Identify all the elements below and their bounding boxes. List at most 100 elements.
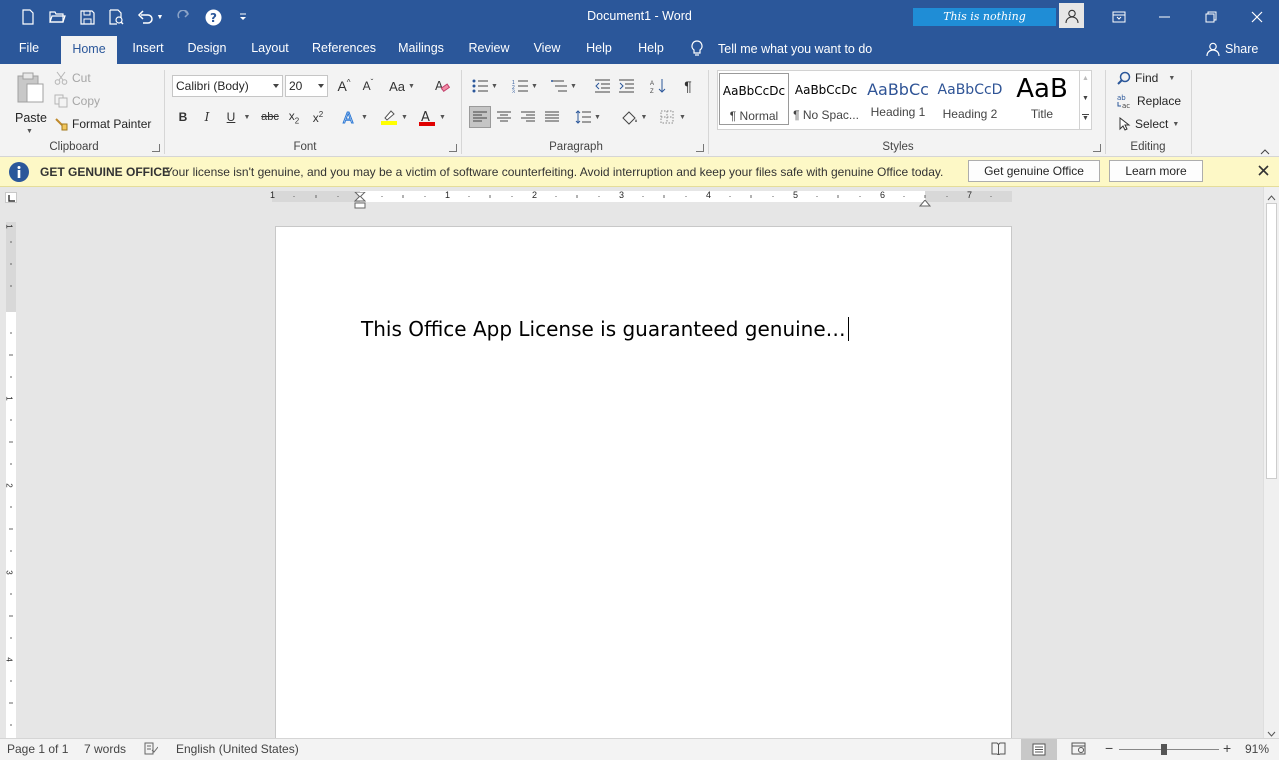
tab-file[interactable]: File <box>11 33 47 64</box>
tab-insert[interactable]: Insert <box>126 33 170 64</box>
style-no-spacing[interactable]: AaBbCcDc ¶ No Spac... <box>791 73 861 125</box>
help-icon[interactable]: ? <box>202 6 224 28</box>
borders-button[interactable]: ▼ <box>656 106 690 128</box>
sort-button[interactable]: AZ <box>647 75 669 97</box>
zoom-slider-thumb[interactable] <box>1161 744 1167 755</box>
underline-dropdown-icon[interactable]: ▼ <box>241 106 253 128</box>
web-layout-icon[interactable] <box>1071 742 1086 758</box>
tab-home[interactable]: Home <box>61 36 117 64</box>
bullets-button[interactable]: ▼ <box>469 75 501 97</box>
font-size-combo[interactable]: 20 <box>285 75 328 97</box>
word-count[interactable]: 7 words <box>84 742 126 756</box>
grow-font-button[interactable]: A ^ <box>333 75 355 97</box>
tab-review[interactable]: Review <box>465 33 513 64</box>
styles-scroll-down-icon[interactable]: ▼ <box>1082 95 1089 102</box>
tab-help[interactable]: Help <box>582 33 616 64</box>
italic-button[interactable]: I <box>196 106 218 128</box>
account-icon[interactable] <box>1059 3 1084 28</box>
align-right-button[interactable] <box>517 106 539 128</box>
customize-qat-icon[interactable] <box>232 6 254 28</box>
text-effects-button[interactable]: A ▼ <box>339 106 371 128</box>
tab-view[interactable]: View <box>528 33 566 64</box>
clipboard-launcher-icon[interactable] <box>152 144 160 152</box>
right-indent-marker[interactable] <box>918 196 932 210</box>
shrink-font-button[interactable]: Aˇ <box>357 75 379 97</box>
multilevel-list-button[interactable]: ▼ <box>548 75 580 97</box>
scroll-up-icon[interactable] <box>1267 190 1276 204</box>
document-page[interactable]: This Office App License is guaranteed ge… <box>275 226 1012 746</box>
style-title[interactable]: AaB Title <box>1007 73 1077 125</box>
collapse-ribbon-icon[interactable] <box>1260 144 1270 158</box>
subscript-button[interactable]: x2 <box>283 106 305 128</box>
align-center-button[interactable] <box>493 106 515 128</box>
replace-label: Replace <box>1137 94 1182 108</box>
paragraph-launcher-icon[interactable] <box>696 144 704 152</box>
format-painter-button[interactable]: Format Painter <box>54 114 151 134</box>
style-heading-1[interactable]: AaBbCc Heading 1 <box>863 73 933 125</box>
scroll-thumb[interactable] <box>1266 203 1277 479</box>
learn-more-button[interactable]: Learn more <box>1109 160 1203 182</box>
strikethrough-button[interactable]: abc <box>259 106 281 128</box>
decrease-indent-button[interactable] <box>591 75 613 97</box>
highlight-color-button[interactable]: ▼ <box>377 106 411 128</box>
share-button[interactable]: Share <box>1206 33 1258 64</box>
vertical-ruler[interactable]: 1 1 2 3 4 <box>5 222 16 738</box>
undo-icon[interactable] <box>134 6 156 28</box>
document-body[interactable]: This Office App License is guaranteed ge… <box>361 317 849 341</box>
open-icon[interactable] <box>46 6 68 28</box>
styles-launcher-icon[interactable] <box>1093 144 1101 152</box>
bold-button[interactable]: B <box>172 106 194 128</box>
vertical-scrollbar[interactable] <box>1263 187 1279 738</box>
page-count[interactable]: Page 1 of 1 <box>7 742 68 756</box>
horizontal-ruler[interactable]: 1 1 2 3 4 5 6 7 <box>270 190 1012 202</box>
shading-button[interactable]: ▼ <box>617 106 651 128</box>
line-spacing-button[interactable]: ▼ <box>572 106 604 128</box>
get-genuine-office-button[interactable]: Get genuine Office <box>968 160 1100 182</box>
language[interactable]: English (United States) <box>176 742 299 756</box>
read-mode-icon[interactable] <box>991 742 1006 758</box>
close-window-icon[interactable] <box>1234 0 1279 33</box>
save-icon[interactable] <box>76 6 98 28</box>
proofing-icon[interactable] <box>144 742 159 758</box>
style-heading-2[interactable]: AaBbCcD Heading 2 <box>935 73 1005 125</box>
clear-formatting-button[interactable]: A <box>431 75 453 97</box>
select-button[interactable]: Select ▼ <box>1117 114 1179 134</box>
zoom-in-button[interactable]: + <box>1223 740 1231 756</box>
ribbon-display-options-icon[interactable] <box>1096 0 1142 33</box>
superscript-button[interactable]: x2 <box>307 106 329 128</box>
tab-references[interactable]: References <box>309 33 379 64</box>
font-launcher-icon[interactable] <box>449 144 457 152</box>
justify-button[interactable] <box>541 106 563 128</box>
style-normal[interactable]: AaBbCcDc ¶ Normal <box>719 73 789 125</box>
increase-indent-button[interactable] <box>615 75 637 97</box>
tab-selector-icon[interactable] <box>5 192 17 203</box>
styles-more-icon[interactable]: ▼ <box>1082 114 1089 123</box>
restore-icon[interactable] <box>1188 0 1234 33</box>
close-infobar-icon[interactable] <box>1258 165 1269 179</box>
undo-dropdown-icon[interactable]: ▼ <box>154 6 166 28</box>
paste-button[interactable]: Paste ▼ <box>8 70 50 140</box>
find-button[interactable]: Find ▼ <box>1117 68 1175 88</box>
tell-me-search[interactable]: Tell me what you want to do <box>690 33 872 64</box>
replace-button[interactable]: ab ac Replace <box>1117 91 1181 111</box>
numbering-button[interactable]: 1 2 3 ▼ <box>508 75 542 97</box>
new-document-icon[interactable] <box>17 6 39 28</box>
show-marks-button[interactable]: ¶ <box>677 75 699 97</box>
hanging-indent-marker[interactable] <box>353 195 367 212</box>
font-name-combo[interactable]: Calibri (Body) <box>172 75 283 97</box>
minimize-icon[interactable] <box>1142 0 1188 33</box>
tab-design[interactable]: Design <box>182 33 232 64</box>
font-color-button[interactable]: A ▼ <box>415 106 449 128</box>
tab-layout[interactable]: Layout <box>245 33 295 64</box>
change-case-button[interactable]: Aa ▼ <box>386 75 418 97</box>
styles-scroll-up-icon[interactable]: ▲ <box>1082 75 1089 82</box>
tab-mailings[interactable]: Mailings <box>393 33 449 64</box>
print-preview-icon[interactable] <box>105 6 127 28</box>
tab-help-2[interactable]: Help <box>634 33 668 64</box>
zoom-slider[interactable] <box>1119 749 1219 750</box>
print-layout-button[interactable] <box>1021 739 1057 760</box>
zoom-level[interactable]: 91% <box>1245 742 1269 756</box>
zoom-out-button[interactable]: − <box>1105 740 1113 756</box>
underline-button[interactable]: U <box>220 106 242 128</box>
align-left-button[interactable] <box>469 106 491 128</box>
